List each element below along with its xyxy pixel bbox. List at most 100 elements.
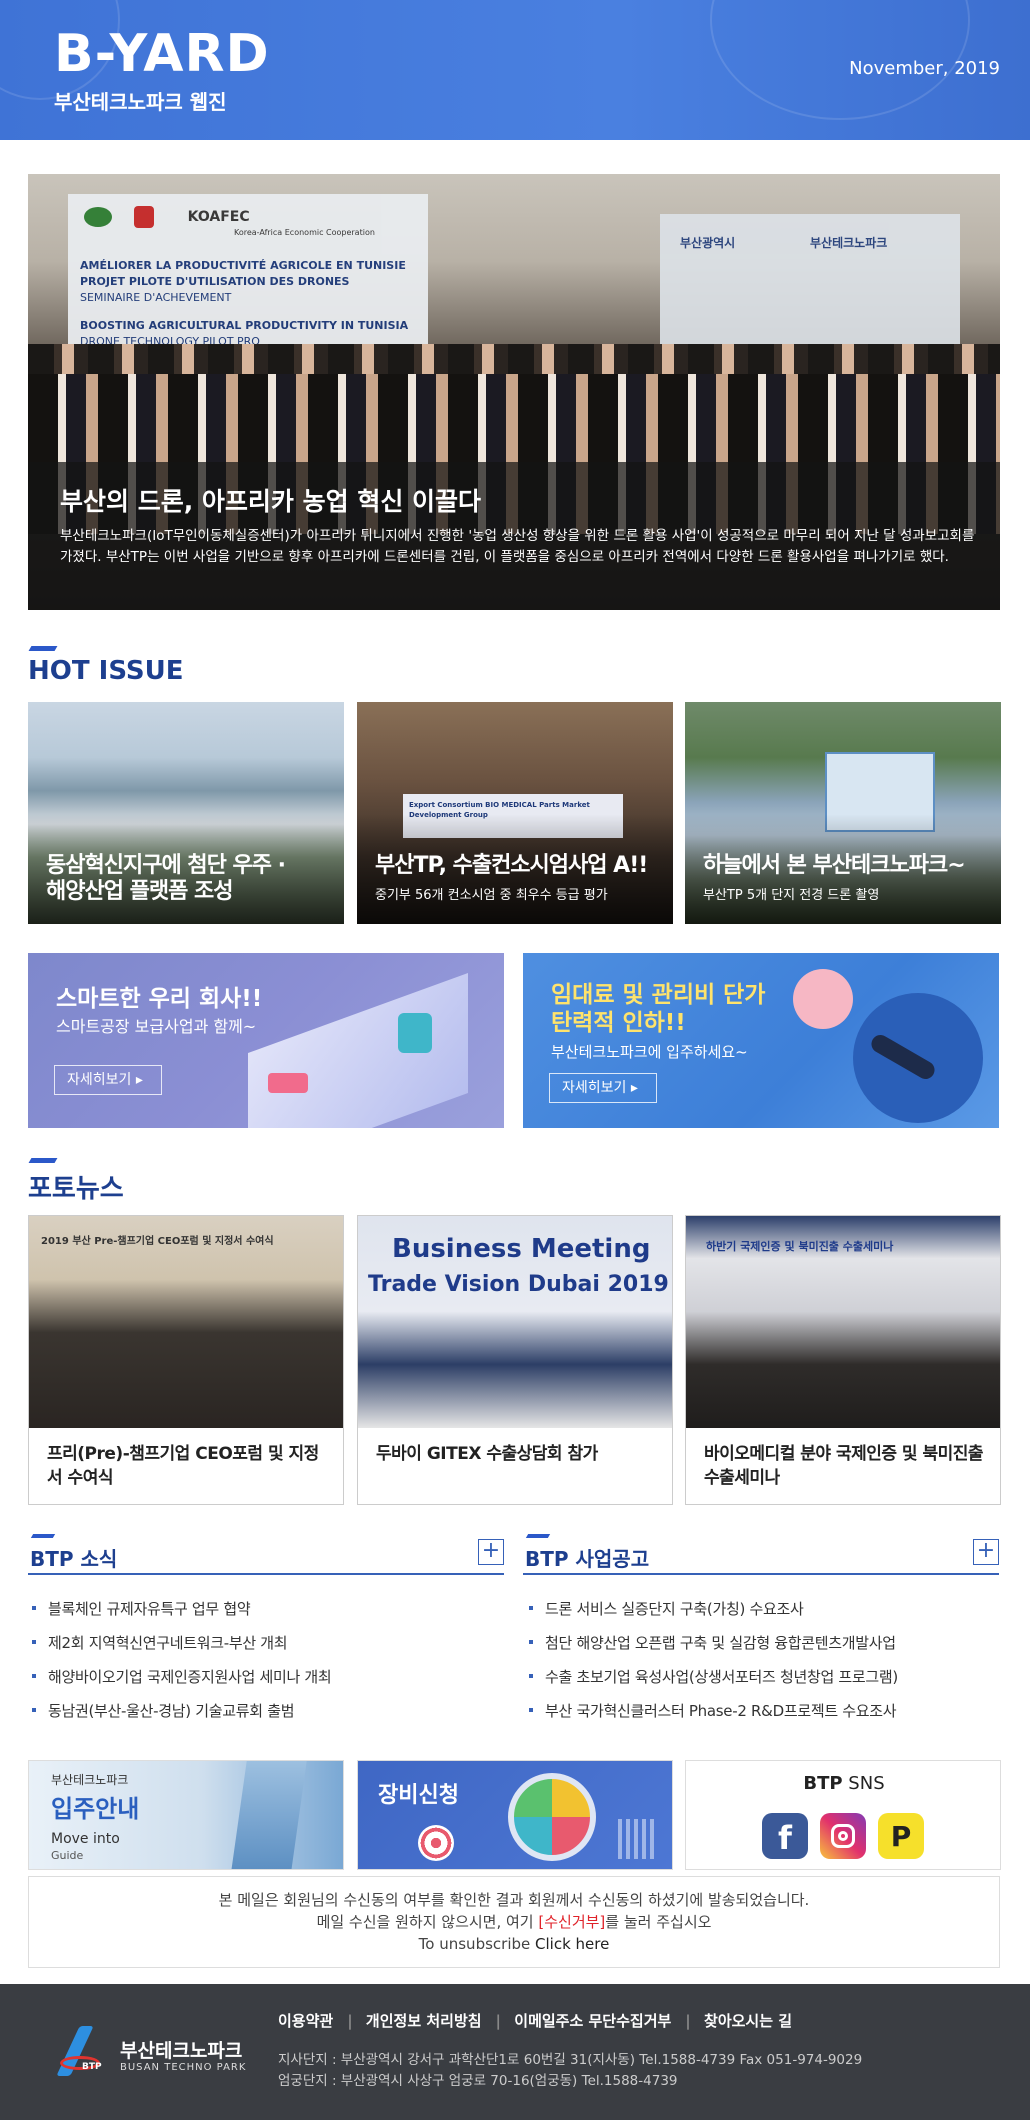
card-title: 해양산업 플랫폼 조성 <box>46 879 233 904</box>
footer-links: 이용약관 | 개인정보 처리방침 | 이메일주소 무단수집거부 | 찾아오시는 길 <box>278 2012 793 2030</box>
notice-text: 본 메일은 회원님의 수신동의 여부를 확인한 결과 회원께서 수신동의 하셨기… <box>218 1891 810 1909</box>
photo-news-card[interactable]: Business Meeting Trade Vision Dubai 2019… <box>357 1215 673 1505</box>
hot-issue-card[interactable]: 동삼혁신지구에 첨단 우주 · 해양산업 플랫폼 조성 <box>28 702 344 924</box>
image-banner-text: Business Meeting <box>392 1234 651 1264</box>
circle-decoration <box>793 969 853 1029</box>
bar-chart-icon <box>618 1819 658 1859</box>
tile-label: Move into <box>51 1831 120 1847</box>
issue-date: November, 2019 <box>849 58 1000 79</box>
title-accent <box>525 1534 551 1538</box>
move-in-guide-tile[interactable]: 부산테크노파크 입주안내 Move into Guide <box>28 1760 344 1870</box>
target-icon <box>418 1825 454 1861</box>
image-banner-text: 2019 부산 Pre-챔프기업 CEO포럼 및 지정서 수여식 <box>41 1236 274 1247</box>
card-image: 하반기 국제인증 및 북미진출 수출세미나 <box>686 1216 1000 1428</box>
notice-text: 메일 수신을 원하지 않으시면, 여기 [수신거부]를 눌러 주십시오 <box>316 1913 712 1931</box>
smart-factory-banner[interactable]: 스마트한 우리 회사!! 스마트공장 보급사업과 함께~ 자세히보기 ▸ <box>28 953 504 1128</box>
list-item[interactable]: 부산 국가혁신클러스터 Phase-2 R&D프로젝트 수요조사 <box>528 1700 897 1721</box>
tile-title: 장비신청 <box>378 1783 459 1808</box>
header: B-YARD 부산테크노파크 웹진 November, 2019 <box>0 0 1030 140</box>
card-subtitle: 중기부 56개 컨소시엄 중 최우수 등급 평가 <box>375 888 608 903</box>
footer: BTP 부산테크노파크 BUSAN TECHNO PARK 이용약관 | 개인정보… <box>0 1984 1030 2120</box>
privacy-link[interactable]: 개인정보 처리방침 <box>366 2012 482 2030</box>
hero-banner-right: 부산광역시 부산테크노파크 <box>660 214 960 364</box>
directions-link[interactable]: 찾아오시는 길 <box>704 2012 792 2030</box>
image-banner-text: Trade Vision Dubai 2019 <box>368 1272 669 1297</box>
btp-notice-header: BTP 사업공고 + <box>523 1534 999 1575</box>
hero-body: 부산테크노파크(IoT무인이동체실증센터)가 아프리카 튀니지에서 진행한 '농… <box>60 528 975 565</box>
section-title-hot-issue: HOT ISSUE <box>28 646 183 686</box>
photo-news-card[interactable]: 2019 부산 Pre-챔프기업 CEO포럼 및 지정서 수여식 프리(Pre)… <box>28 1215 344 1505</box>
rent-discount-banner[interactable]: 임대료 및 관리비 단가 탄력적 인하!! 부산테크노파크에 입주하세요~ 자세… <box>523 953 999 1128</box>
section-title-photo-news: 포토뉴스 <box>28 1158 124 1205</box>
webzine-page: B-YARD 부산테크노파크 웹진 November, 2019 KOAFEC … <box>0 0 1030 2120</box>
banner-title: 스마트한 우리 회사!! <box>56 986 263 1012</box>
title-accent <box>30 1534 56 1538</box>
list-item[interactable]: 드론 서비스 실증단지 구축(가칭) 수요조사 <box>528 1598 804 1619</box>
footer-address: 지사단지 : 부산광역시 강서구 과학산단1로 60번길 31(지사동) Tel… <box>278 2052 863 2089</box>
equipment-request-tile[interactable]: 장비신청 <box>357 1760 673 1870</box>
unsubscribe-link[interactable]: [수신거부] <box>538 1913 605 1931</box>
list-item[interactable]: 해양바이오기업 국제인증지원사업 세미나 개최 <box>31 1666 332 1687</box>
card-title: 바이오메디컬 분야 국제인증 및 북미진출 수출세미나 <box>704 1444 984 1488</box>
banner-title: 탄력적 인하!! <box>551 1010 686 1036</box>
image-banner-text: 하반기 국제인증 및 북미진출 수출세미나 <box>706 1240 894 1253</box>
factory-illustration <box>268 1073 308 1093</box>
hero-banner-text: AMÉLIORER LA PRODUCTIVITÉ AGRICOLE EN TU… <box>80 259 409 348</box>
terms-link[interactable]: 이용약관 <box>278 2012 333 2030</box>
sns-title: BTP SNS <box>803 1773 885 1794</box>
unsubscribe-notice: 본 메일은 회원님의 수신동의 여부를 확인한 결과 회원께서 수신동의 하셨기… <box>28 1876 1000 1968</box>
btp-news-header: BTP 소식 + <box>28 1534 504 1575</box>
footer-logo[interactable]: BTP 부산테크노파크 BUSAN TECHNO PARK <box>54 2024 254 2084</box>
card-image: 2019 부산 Pre-챔프기업 CEO포럼 및 지정서 수여식 <box>29 1216 343 1428</box>
banner-subtitle: 부산테크노파크에 입주하세요~ <box>551 1043 748 1061</box>
photo-news-card[interactable]: 하반기 국제인증 및 북미진출 수출세미나 바이오메디컬 분야 국제인증 및 북… <box>685 1215 1001 1505</box>
card-subtitle: 부산TP 5개 단지 전경 드론 촬영 <box>703 888 880 903</box>
more-button[interactable]: 자세히보기 ▸ <box>54 1065 162 1095</box>
tile-label: Guide <box>51 1849 84 1862</box>
logo[interactable]: B-YARD <box>54 26 270 82</box>
list-item[interactable]: 블록체인 규제자유특구 업무 협약 <box>31 1598 251 1619</box>
list-title: BTP 사업공고 <box>525 1547 650 1571</box>
list-title: BTP 소식 <box>30 1547 118 1571</box>
instagram-icon[interactable] <box>820 1813 866 1859</box>
hero-banner-left: KOAFEC Korea-Africa Economic Cooperation… <box>68 194 428 364</box>
btp-sns-tile: BTP SNS f P <box>685 1760 1001 1870</box>
list-item[interactable]: 동남권(부산-울산-경남) 기술교류회 출범 <box>31 1700 295 1721</box>
card-title: 하늘에서 본 부산테크노파크~ <box>703 853 966 878</box>
puzzle-gear-icon <box>508 1773 596 1861</box>
notice-text: To unsubscribe Click here <box>418 1935 610 1953</box>
hot-issue-card[interactable]: 하늘에서 본 부산테크노파크~ 부산TP 5개 단지 전경 드론 촬영 <box>685 702 1001 924</box>
koafec-logo: KOAFEC Korea-Africa Economic Cooperation <box>84 206 375 237</box>
more-plus-button[interactable]: + <box>973 1539 999 1565</box>
unsubscribe-click-here-link[interactable]: Click here <box>535 1935 609 1953</box>
banner-subtitle: 스마트공장 보급사업과 함께~ <box>56 1017 257 1036</box>
card-title: 동삼혁신지구에 첨단 우주 · <box>46 853 286 878</box>
kakao-story-icon[interactable]: P <box>878 1813 924 1859</box>
tile-label: 부산테크노파크 <box>51 1773 129 1787</box>
title-accent <box>28 1158 58 1163</box>
list-item[interactable]: 수출 초보기업 육성사업(상생서포터즈 청년창업 프로그램) <box>529 1666 898 1687</box>
more-button[interactable]: 자세히보기 ▸ <box>549 1073 657 1103</box>
email-refusal-link[interactable]: 이메일주소 무단수집거부 <box>514 2012 671 2030</box>
factory-illustration <box>398 1013 432 1053</box>
title-accent <box>28 646 58 651</box>
tile-title: 입주안내 <box>51 1795 140 1823</box>
more-plus-button[interactable]: + <box>478 1539 504 1565</box>
card-title: 두바이 GITEX 수출상담회 참가 <box>376 1444 598 1464</box>
list-item[interactable]: 제2회 지역혁신연구네트워크-부산 개최 <box>31 1632 288 1653</box>
facebook-icon[interactable]: f <box>762 1813 808 1859</box>
hot-issue-card[interactable]: Export Consortium BIO MEDICAL Parts Mark… <box>357 702 673 924</box>
afdb-logo <box>84 207 112 227</box>
list-item[interactable]: 첨단 해양산업 오픈랩 구축 및 실감형 융합콘텐츠개발사업 <box>529 1632 896 1653</box>
logo-subtitle: 부산테크노파크 웹진 <box>54 90 227 114</box>
card-image: Business Meeting Trade Vision Dubai 2019 <box>358 1216 672 1428</box>
card-title: 부산TP, 수출컨소시엄사업 A!! <box>375 853 648 878</box>
building-illustration <box>231 1761 307 1869</box>
footer-logo-en: BUSAN TECHNO PARK <box>120 2062 247 2073</box>
btp-logo-mark: BTP <box>54 2026 110 2082</box>
footer-logo-name: 부산테크노파크 <box>120 2040 243 2062</box>
hero-article[interactable]: KOAFEC Korea-Africa Economic Cooperation… <box>28 174 1000 610</box>
tunisia-emblem <box>133 206 154 228</box>
hero-title[interactable]: 부산의 드론, 아프리카 농업 혁신 이끌다 <box>60 482 481 518</box>
card-title: 프리(Pre)-챔프기업 CEO포럼 및 지정서 수여식 <box>47 1444 319 1488</box>
